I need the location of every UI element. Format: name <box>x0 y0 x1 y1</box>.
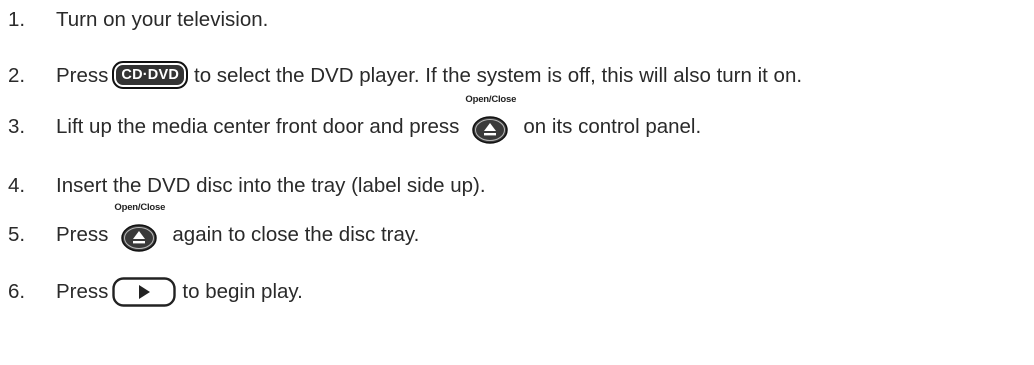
step-text-after: to begin play. <box>182 280 303 303</box>
step-text-after: on its control panel. <box>523 115 702 138</box>
step-4: 4. Insert the DVD disc into the tray (la… <box>8 171 486 201</box>
open-close-label: Open/Close <box>114 202 166 213</box>
step-text-after: to select the DVD player. If the system … <box>194 64 803 87</box>
eject-icon <box>121 224 158 252</box>
step-6: 6. Press to begin play. <box>8 277 303 307</box>
eject-button: Open/Close <box>465 94 516 144</box>
step-3: 3. Lift up the media center front door a… <box>8 94 702 144</box>
step-text: Insert the DVD disc into the tray (label… <box>56 174 486 197</box>
step-text-after: again to close the disc tray. <box>172 223 420 246</box>
step-text-before: Press <box>56 64 109 87</box>
step-number: 3. <box>8 115 26 138</box>
cd-dvd-label-right: DVD <box>147 67 179 83</box>
eject-icon <box>472 116 509 144</box>
step-text-before: Lift up the media center front door and … <box>56 115 460 138</box>
step-text-before: Press <box>56 223 109 246</box>
step-number: 2. <box>8 64 26 87</box>
cd-dvd-label-left: CD <box>121 67 143 83</box>
cd-dvd-button-icon: CD · DVD <box>112 61 188 89</box>
play-icon <box>112 277 177 307</box>
eject-button: Open/Close <box>114 202 165 252</box>
step-text: Turn on your television. <box>56 8 269 31</box>
step-2: 2. Press CD · DVD to select the DVD play… <box>8 61 802 91</box>
step-1: 1. Turn on your television. <box>8 5 268 35</box>
step-number: 1. <box>8 8 26 31</box>
step-number: 5. <box>8 223 26 246</box>
step-text-before: Press <box>56 280 109 303</box>
step-number: 4. <box>8 174 26 197</box>
step-number: 6. <box>8 280 26 303</box>
step-5: 5. Press Open/Close again to close the d… <box>8 202 420 252</box>
open-close-label: Open/Close <box>465 94 517 105</box>
